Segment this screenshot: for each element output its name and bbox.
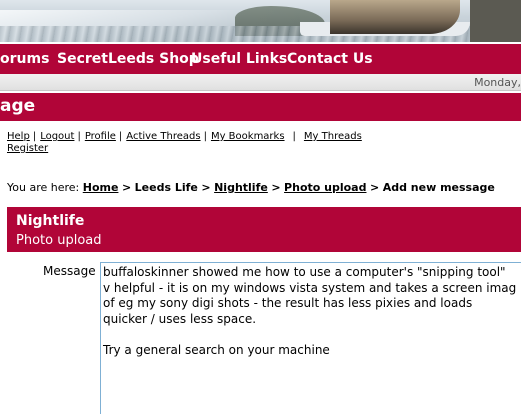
page-title: age bbox=[0, 96, 36, 116]
nav-contact-us[interactable]: Contact Us bbox=[287, 51, 373, 67]
message-line: buffaloskinner showed me how to use a co… bbox=[103, 265, 506, 279]
breadcrumb-leeds-life: Leeds Life bbox=[134, 181, 198, 194]
banner-shadow bbox=[470, 0, 521, 42]
message-line: of eg my sony digi shots - the result ha… bbox=[103, 296, 473, 310]
link-active-threads[interactable]: Active Threads bbox=[126, 131, 200, 142]
breadcrumb-separator: > bbox=[271, 181, 281, 194]
message-line: Try a general search on your machine bbox=[103, 342, 330, 357]
date-bar: Monday, bbox=[0, 74, 521, 91]
separator: | bbox=[292, 131, 296, 142]
breadcrumb-photo-upload[interactable]: Photo upload bbox=[284, 181, 366, 194]
message-line: quicker / uses less space. bbox=[103, 311, 257, 326]
link-my-threads[interactable]: My Threads bbox=[304, 131, 362, 142]
breadcrumb-nightlife[interactable]: Nightlife bbox=[214, 181, 268, 194]
breadcrumb-home[interactable]: Home bbox=[83, 181, 119, 194]
link-profile[interactable]: Profile bbox=[85, 131, 116, 142]
link-my-bookmarks[interactable]: My Bookmarks bbox=[211, 131, 285, 142]
link-logout[interactable]: Logout bbox=[40, 131, 74, 142]
message-line: v helpful - it is on my windows vista sy… bbox=[103, 280, 517, 295]
breadcrumb-current: Add new message bbox=[382, 181, 495, 194]
message-label: Message bbox=[43, 264, 96, 278]
forum-title: Nightlife bbox=[16, 213, 85, 229]
nav-useful-links[interactable]: Useful Links bbox=[191, 51, 287, 67]
link-help[interactable]: Help bbox=[7, 131, 30, 142]
forum-subtitle: Photo upload bbox=[16, 233, 102, 248]
main-nav: orums SecretLeeds Shop Useful Links Cont… bbox=[0, 42, 521, 74]
current-date: Monday, bbox=[474, 76, 521, 89]
separator: | bbox=[32, 131, 37, 142]
separator: | bbox=[203, 131, 207, 142]
banner-boat bbox=[330, 0, 460, 34]
nav-forums[interactable]: orums bbox=[0, 51, 49, 67]
breadcrumb-separator: > bbox=[121, 181, 132, 194]
separator: | bbox=[77, 131, 81, 142]
header-banner-photo bbox=[0, 0, 521, 42]
nav-shop[interactable]: SecretLeeds Shop bbox=[57, 51, 199, 67]
breadcrumb-prefix: You are here: bbox=[7, 181, 80, 194]
breadcrumb: You are here: Home > Leeds Life > Nightl… bbox=[7, 181, 495, 194]
breadcrumb-separator: > bbox=[201, 181, 211, 194]
page-title-bar: age bbox=[0, 93, 521, 121]
separator: | bbox=[118, 131, 123, 142]
message-line bbox=[103, 327, 521, 343]
message-textarea[interactable]: buffaloskinner showed me how to use a co… bbox=[100, 262, 521, 414]
breadcrumb-separator: > bbox=[369, 181, 380, 194]
user-links: Help | Logout | Profile | Active Threads | My Bo… bbox=[7, 131, 517, 155]
link-register[interactable]: Register bbox=[7, 143, 48, 154]
forum-header: Nightlife Photo upload bbox=[7, 207, 521, 252]
